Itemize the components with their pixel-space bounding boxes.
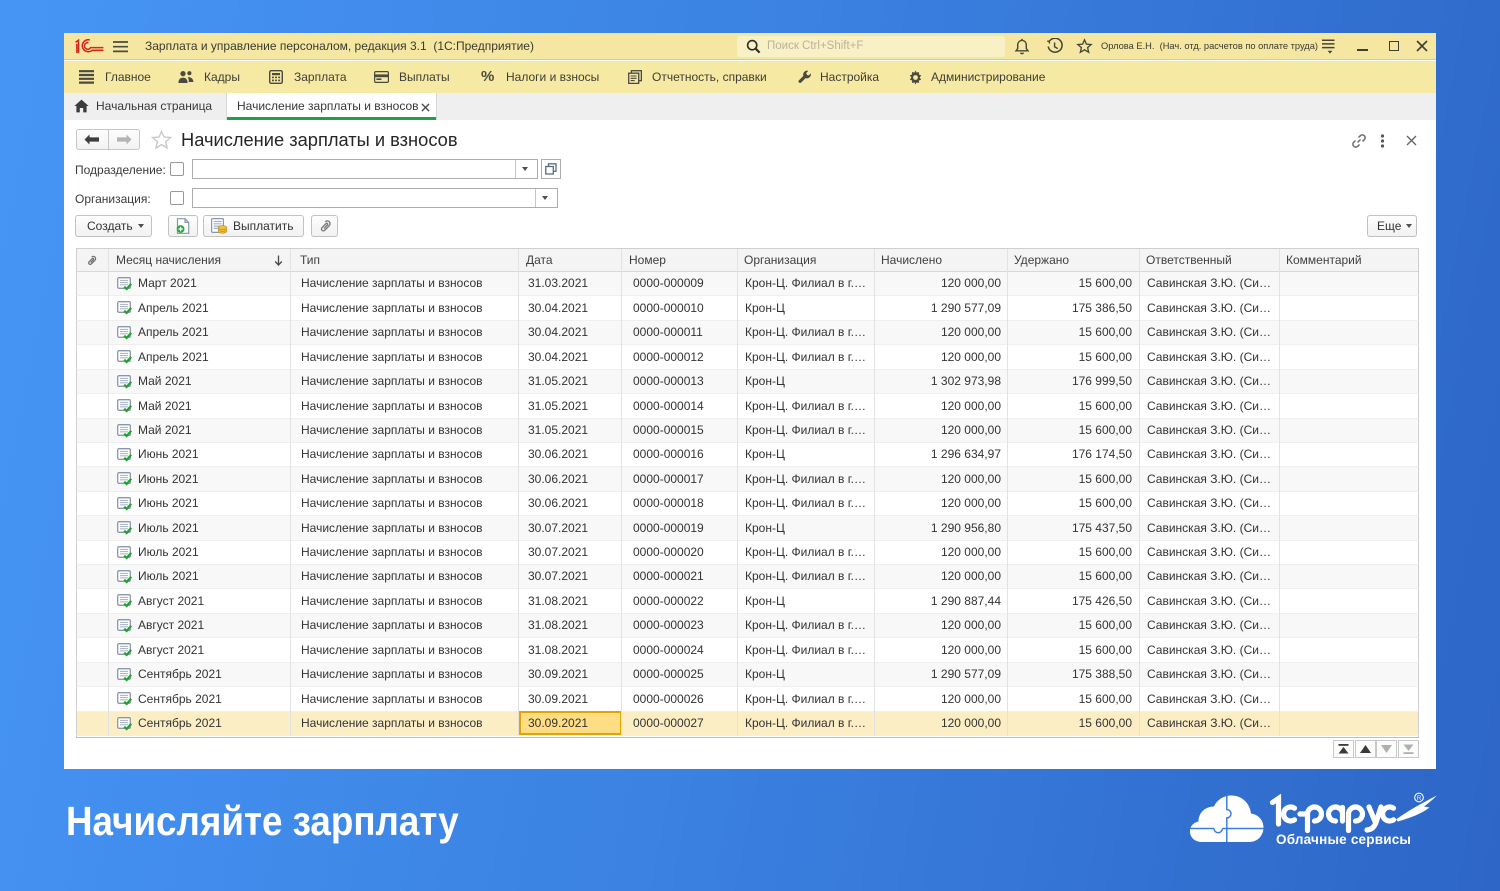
svg-text:R: R xyxy=(1417,796,1422,802)
